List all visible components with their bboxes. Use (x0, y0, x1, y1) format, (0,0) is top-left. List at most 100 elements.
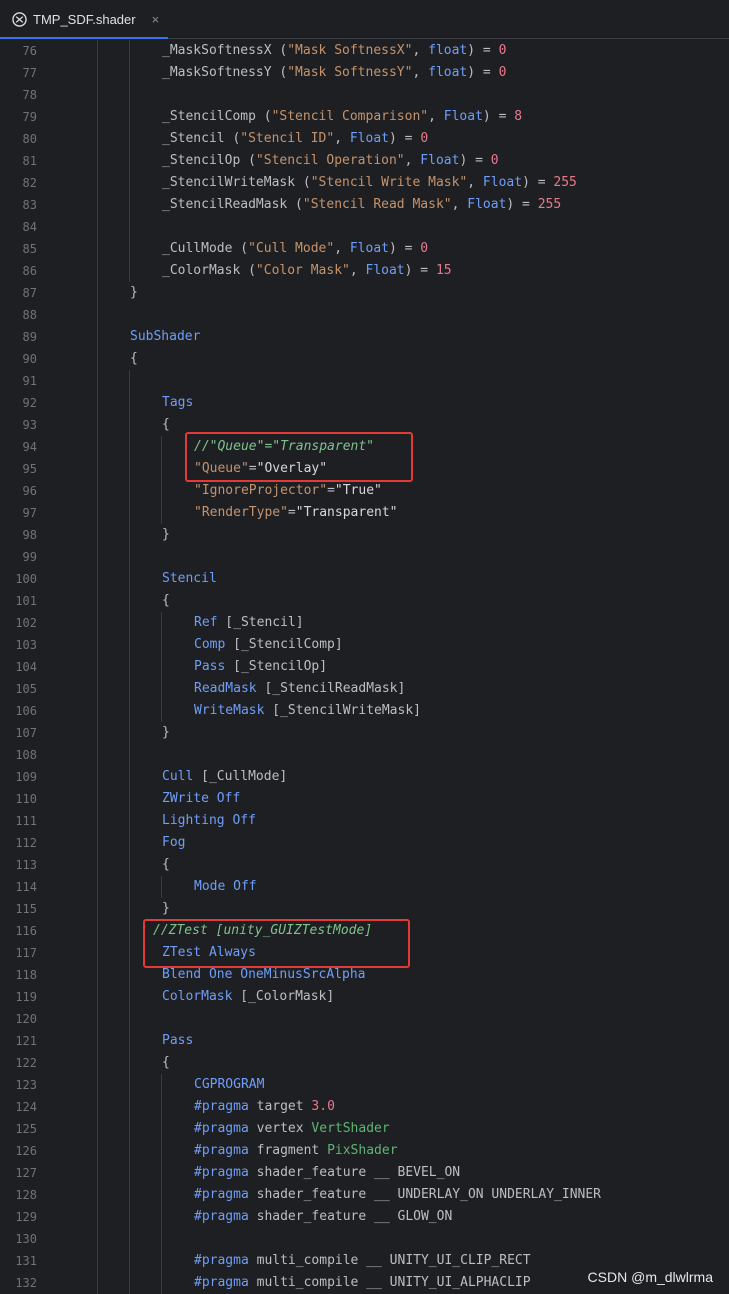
code-line[interactable]: 89 SubShader (0, 326, 729, 348)
line-number: 114 (15, 880, 37, 894)
code-line[interactable]: 130 (0, 1228, 729, 1250)
code-token: Float (443, 109, 483, 124)
indent-guide (97, 502, 98, 524)
code-token: _MaskSoftnessY ( (162, 65, 288, 80)
code-line[interactable]: 97 "RenderType"="Transparent" (0, 502, 729, 524)
code-token: "Stencil Operation" (255, 153, 405, 168)
code-line[interactable]: 122 { (0, 1052, 729, 1074)
code-text: ZWrite Off (162, 788, 240, 810)
indent-guide (161, 1140, 162, 1162)
code-line[interactable]: 77 _MaskSoftnessY ("Mask SoftnessY", floa… (0, 62, 729, 84)
code-line[interactable]: 87} (0, 282, 729, 304)
code-text: "IgnoreProjector"="True" (194, 480, 382, 502)
code-line[interactable]: 126 #pragma fragment PixShader (0, 1140, 729, 1162)
code-line[interactable]: 112 Fog (0, 832, 729, 854)
code-line[interactable]: 91 (0, 370, 729, 392)
indent-guide (97, 898, 98, 920)
indent-guide (97, 62, 98, 84)
code-line[interactable]: 111 Lighting Off (0, 810, 729, 832)
code-token: ColorMask (162, 989, 233, 1004)
code-line[interactable]: 100 Stencil (0, 568, 729, 590)
code-line[interactable]: 78 (0, 84, 729, 106)
code-line[interactable]: 110 ZWrite Off (0, 788, 729, 810)
line-number: 109 (15, 770, 37, 784)
code-line[interactable]: 86 _ColorMask ("Color Mask", Float) = 15 (0, 260, 729, 282)
code-line[interactable]: 107} (0, 722, 729, 744)
code-line[interactable]: 114 Mode Off (0, 876, 729, 898)
code-line[interactable]: 83 _StencilReadMask ("Stencil Read Mask",… (0, 194, 729, 216)
indent-guide (161, 1162, 162, 1184)
code-line[interactable]: 98} (0, 524, 729, 546)
code-token: 255 (553, 175, 577, 190)
queue-highlight-box (185, 432, 413, 482)
code-line[interactable]: 105 ReadMask [_StencilReadMask] (0, 678, 729, 700)
indent-guide (129, 678, 130, 700)
code-line[interactable]: 101 { (0, 590, 729, 612)
code-token: [_StencilWriteMask] (264, 703, 421, 718)
code-line[interactable]: 115} (0, 898, 729, 920)
code-line[interactable]: 92 Tags (0, 392, 729, 414)
line-number: 113 (15, 858, 37, 872)
code-line[interactable]: 84 (0, 216, 729, 238)
code-text: #pragma shader_feature __ GLOW_ON (194, 1206, 452, 1228)
indent-guide (129, 854, 130, 876)
indent-guide (97, 986, 98, 1008)
code-line[interactable]: 119 ColorMask [_ColorMask] (0, 986, 729, 1008)
code-line[interactable]: 129 #pragma shader_feature __ GLOW_ON (0, 1206, 729, 1228)
code-line[interactable]: 108 (0, 744, 729, 766)
indent-guide (97, 1096, 98, 1118)
code-line[interactable]: 121 Pass (0, 1030, 729, 1052)
indent-guide (129, 62, 130, 84)
code-line[interactable]: 104 Pass [_StencilOp] (0, 656, 729, 678)
indent-guide (161, 656, 162, 678)
code-text: Pass [_StencilOp] (194, 656, 327, 678)
code-line[interactable]: 123 CGPROGRAM (0, 1074, 729, 1096)
code-editor[interactable]: 76 _MaskSoftnessX ("Mask SoftnessX", floa… (0, 39, 729, 1294)
code-line[interactable]: 102 Ref [_Stencil] (0, 612, 729, 634)
indent-guide (129, 612, 130, 634)
code-text: Comp [_StencilComp] (194, 634, 343, 656)
code-line[interactable]: 109 Cull [_CullMode] (0, 766, 729, 788)
code-line[interactable]: 80 _Stencil ("Stencil ID", Float) = 0 (0, 128, 729, 150)
code-token: #pragma (194, 1121, 249, 1136)
code-line[interactable]: 106 WriteMask [_StencilWriteMask] (0, 700, 729, 722)
code-line[interactable]: 90 { (0, 348, 729, 370)
code-line[interactable]: 76 _MaskSoftnessX ("Mask SoftnessX", floa… (0, 40, 729, 62)
code-token: _StencilWriteMask ( (162, 175, 311, 190)
code-token: } (162, 901, 170, 916)
code-line[interactable]: 81 _StencilOp ("Stencil Operation", Float… (0, 150, 729, 172)
code-line[interactable]: 85 _CullMode ("Cull Mode", Float) = 0 (0, 238, 729, 260)
code-token: shader_feature __ BEVEL_ON (248, 1165, 461, 1180)
code-line[interactable]: 82 _StencilWriteMask ("Stencil Write Mask… (0, 172, 729, 194)
indent-guide (129, 876, 130, 898)
indent-guide (97, 326, 98, 348)
code-line[interactable]: 120 (0, 1008, 729, 1030)
code-line[interactable]: 113 { (0, 854, 729, 876)
code-line[interactable]: 99 (0, 546, 729, 568)
code-token: WriteMask (194, 703, 265, 718)
code-line[interactable]: 88 (0, 304, 729, 326)
code-text: _MaskSoftnessY ("Mask SoftnessY", float)… (162, 62, 506, 84)
code-line[interactable]: 125 #pragma vertex VertShader (0, 1118, 729, 1140)
close-icon[interactable]: × (152, 12, 160, 27)
code-line[interactable]: 128 #pragma shader_feature __ UNDERLAY_ON… (0, 1184, 729, 1206)
code-token: 8 (514, 109, 523, 124)
code-line[interactable]: 127 #pragma shader_feature __ BEVEL_ON (0, 1162, 729, 1184)
indent-guide (129, 1096, 130, 1118)
indent-guide (129, 194, 130, 216)
code-line[interactable]: 96 "IgnoreProjector"="True" (0, 480, 729, 502)
code-token: [_ColorMask] (232, 989, 335, 1004)
tab-tmp-sdf-shader[interactable]: TMP_SDF.shader × (0, 0, 168, 39)
code-line[interactable]: 124 #pragma target 3.0 (0, 1096, 729, 1118)
code-line[interactable]: 103 Comp [_StencilComp] (0, 634, 729, 656)
code-token: { (130, 351, 138, 366)
line-number: 106 (15, 704, 37, 718)
code-token: [_StencilComp] (225, 637, 343, 652)
line-number: 108 (15, 748, 37, 762)
code-text: #pragma multi_compile __ UNITY_UI_CLIP_R… (194, 1250, 531, 1272)
code-token: = (287, 505, 296, 520)
code-text: CGPROGRAM (194, 1074, 264, 1096)
indent-guide (97, 1118, 98, 1140)
code-line[interactable]: 79 _StencilComp ("Stencil Comparison", Fl… (0, 106, 729, 128)
indent-guide (97, 920, 98, 942)
